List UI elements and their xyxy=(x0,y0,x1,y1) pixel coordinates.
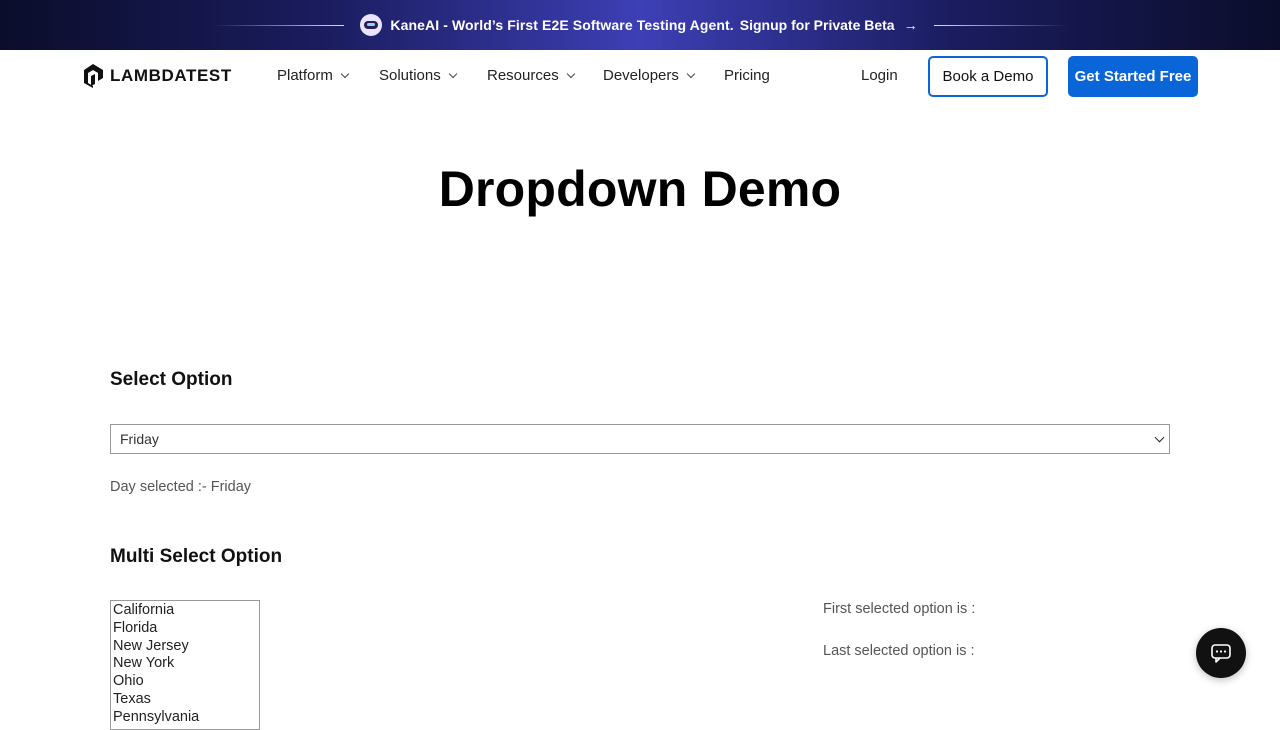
chevron-down-icon xyxy=(448,69,457,79)
page-title: Dropdown Demo xyxy=(438,161,842,217)
nav-resources-label: Resources xyxy=(487,67,559,84)
lambdatest-logo-icon xyxy=(84,64,103,88)
multi-select-option[interactable]: New York xyxy=(113,655,257,673)
select-option-heading: Select Option xyxy=(110,369,233,390)
nav-platform-label: Platform xyxy=(277,67,333,84)
chevron-down-icon xyxy=(340,69,350,79)
multi-select-option[interactable]: Pennsylvania xyxy=(113,709,257,727)
nav-developers[interactable]: Developers xyxy=(603,67,696,84)
get-started-button[interactable]: Get Started Free xyxy=(1068,56,1198,97)
multi-select-list[interactable]: California Florida New Jersey New York O… xyxy=(110,600,260,730)
banner-signup-link[interactable]: Signup for Private Beta xyxy=(740,17,895,33)
banner-divider-right xyxy=(933,24,1068,26)
login-link[interactable]: Login xyxy=(861,67,898,84)
chat-icon xyxy=(1211,644,1231,663)
kaneai-icon xyxy=(360,14,383,36)
last-selected-text: Last selected option is : xyxy=(823,643,975,659)
day-selected-text: Day selected :- Friday xyxy=(110,479,252,495)
banner-content[interactable]: KaneAI - World’s First E2E Software Test… xyxy=(360,14,918,36)
banner-divider-left xyxy=(212,24,345,26)
lambdatest-logo[interactable]: LAMBDATEST xyxy=(82,63,232,89)
nav-solutions[interactable]: Solutions xyxy=(379,67,457,84)
book-demo-button[interactable]: Book a Demo xyxy=(928,56,1048,97)
main-nav: LAMBDATEST Platform Solutions Resources … xyxy=(0,50,1280,102)
multi-select-heading: Multi Select Option xyxy=(110,546,283,567)
multi-select-option[interactable]: Ohio xyxy=(113,673,257,691)
multi-select-option[interactable]: Florida xyxy=(113,620,257,638)
nav-pricing[interactable]: Pricing xyxy=(724,67,770,84)
promo-banner[interactable]: KaneAI - World’s First E2E Software Test… xyxy=(0,0,1280,50)
chevron-down-icon xyxy=(566,69,575,79)
chevron-down-icon xyxy=(1154,432,1165,443)
nav-pricing-label: Pricing xyxy=(724,67,770,84)
nav-platform[interactable]: Platform xyxy=(277,67,350,84)
nav-solutions-label: Solutions xyxy=(379,67,441,84)
nav-developers-label: Developers xyxy=(603,67,679,84)
multi-select-option[interactable]: New Jersey xyxy=(113,638,257,656)
multi-select-option[interactable]: Texas xyxy=(113,691,257,709)
day-select-value: Friday xyxy=(120,431,159,447)
chevron-down-icon xyxy=(686,69,696,79)
nav-resources[interactable]: Resources xyxy=(487,67,575,84)
chat-button[interactable] xyxy=(1196,628,1246,678)
arrow-right-icon: → xyxy=(903,17,918,33)
first-selected-text: First selected option is : xyxy=(823,601,976,617)
day-select-dropdown[interactable]: Friday xyxy=(110,424,1170,454)
multi-select-option[interactable]: California xyxy=(113,602,257,620)
banner-text: KaneAI - World’s First E2E Software Test… xyxy=(390,17,734,33)
logo-text: LAMBDATEST xyxy=(110,66,232,85)
